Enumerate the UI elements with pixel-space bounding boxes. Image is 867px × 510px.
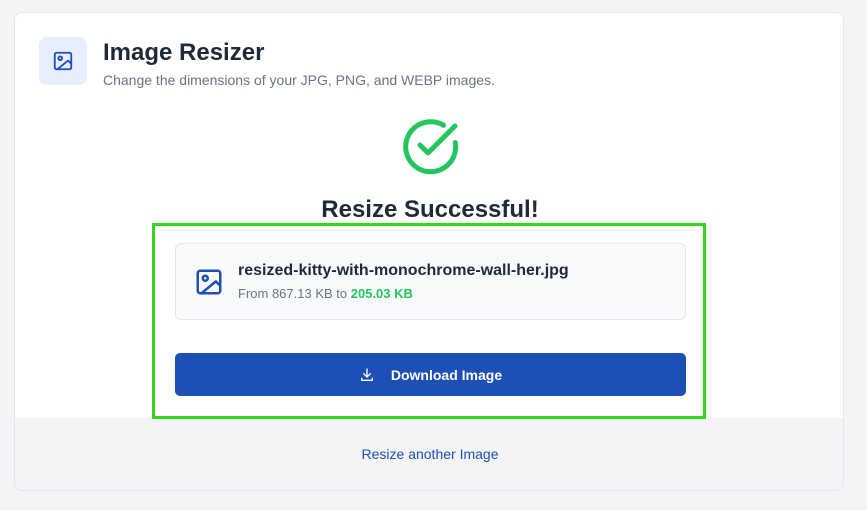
image-icon — [194, 267, 224, 297]
resize-another-link[interactable]: Resize another Image — [362, 446, 499, 462]
original-size: 867.13 KB — [271, 286, 333, 301]
header-text: Image Resizer Change the dimensions of y… — [103, 37, 495, 89]
new-size: 205.03 KB — [350, 286, 413, 301]
header: Image Resizer Change the dimensions of y… — [39, 37, 495, 89]
page-subtitle: Change the dimensions of your JPG, PNG, … — [103, 72, 495, 88]
download-button-label: Download Image — [390, 366, 503, 383]
card-footer: Resize another Image — [15, 418, 843, 490]
file-size-summary: From 867.13 KB to 205.03 KB — [238, 285, 569, 302]
file-info: resized-kitty-with-monochrome-wall-her.j… — [238, 261, 569, 302]
page-title: Image Resizer — [103, 39, 265, 66]
success-heading: Resize Successful! — [321, 196, 539, 223]
header-icon-box — [39, 37, 87, 85]
file-info-box: resized-kitty-with-monochrome-wall-her.j… — [175, 243, 686, 320]
size-to-label: to — [332, 286, 351, 301]
file-name: resized-kitty-with-monochrome-wall-her.j… — [238, 262, 569, 279]
check-circle-icon — [401, 117, 461, 177]
size-from-label: From — [238, 286, 272, 301]
image-icon — [52, 50, 74, 72]
download-image-button[interactable]: Download Image — [175, 353, 686, 396]
download-icon — [359, 367, 375, 383]
resizer-card: Image Resizer Change the dimensions of y… — [14, 12, 844, 491]
